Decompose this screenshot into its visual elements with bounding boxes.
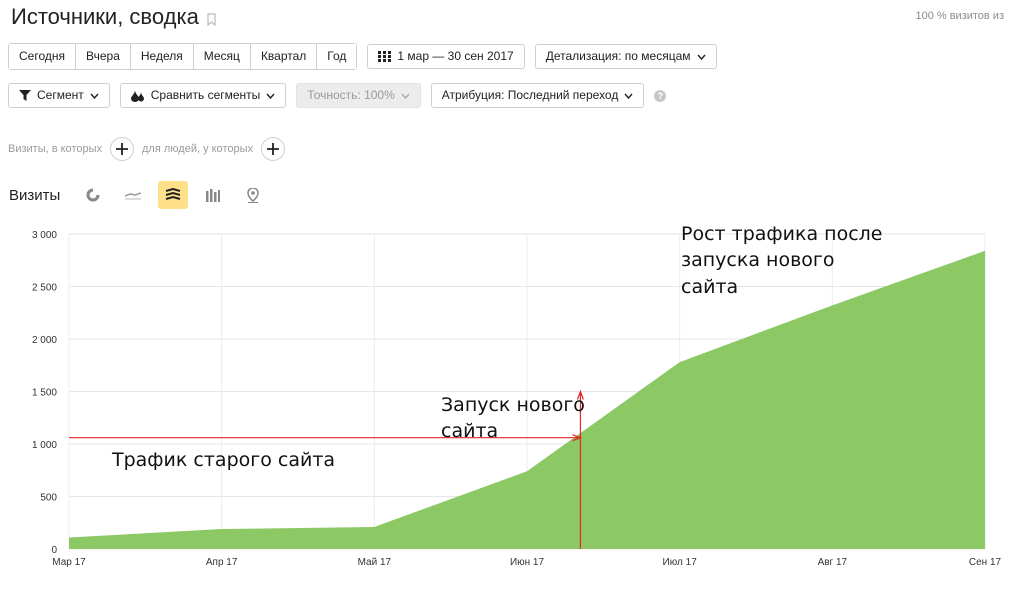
chevron-down-icon [266, 93, 275, 99]
chart-type-line-button[interactable] [118, 181, 148, 209]
chevron-down-icon [624, 93, 633, 99]
chevron-down-icon [401, 93, 410, 99]
attribution-label: Атрибуция: Последний переход [441, 88, 619, 102]
plus-icon [267, 143, 279, 155]
people-filter-label: для людей, у которых [142, 143, 253, 155]
period-year-button[interactable]: Год [317, 44, 357, 69]
segment-filter-row: Визиты, в которых для людей, у которых [8, 137, 285, 161]
visits-area-chart: 0 500 1 000 1 500 2 000 2 500 3 000 Мар 17 Апр … [32, 223, 1002, 568]
launch-annotation-line-2: сайта [441, 420, 498, 442]
x-tick-label: Май 17 [358, 557, 392, 568]
x-tick-label: Сен 17 [969, 557, 1002, 568]
growth-annotation-line-2: запуска нового [681, 249, 835, 271]
period-quarter-button[interactable]: Квартал [250, 44, 318, 69]
x-tick-label: Июл 17 [663, 557, 698, 568]
chart-type-area-button[interactable] [158, 181, 189, 209]
x-tick-label: Июн 17 [510, 557, 545, 568]
x-tick-label: Мар 17 [52, 557, 86, 568]
period-yesterday-button[interactable]: Вчера [76, 44, 131, 69]
period-week-button[interactable]: Неделя [130, 44, 194, 69]
pie-chart-icon [86, 188, 101, 202]
help-icon[interactable]: ? [654, 89, 667, 102]
launch-annotation-line-1: Запуск нового [441, 394, 585, 416]
y-tick-label: 1 000 [32, 440, 57, 451]
period-month-button[interactable]: Месяц [193, 44, 251, 69]
map-pin-icon [247, 187, 260, 203]
y-axis: 0 500 1 000 1 500 2 000 2 500 3 000 [32, 230, 57, 556]
period-today-button[interactable]: Сегодня [9, 44, 76, 69]
visits-filter-label: Визиты, в которых [8, 143, 102, 155]
chevron-down-icon [696, 54, 706, 60]
calendar-icon [378, 51, 392, 62]
segment-label: Сегмент [37, 88, 84, 102]
detail-dropdown[interactable]: Детализация: по месяцам [534, 44, 717, 69]
line-chart-icon [125, 192, 142, 200]
period-toolbar: Сегодня Вчера Неделя Месяц Квартал Год 1… [8, 43, 717, 70]
x-axis: Мар 17 Апр 17 Май 17 Июн 17 Июл 17 Авг 17 Сен … [52, 557, 1001, 568]
page-title: Источники, сводка [11, 4, 216, 30]
accuracy-label: Точность: 100% [307, 88, 395, 102]
compare-drops-icon [130, 89, 144, 102]
visits-percentage: 100 % визитов из [915, 10, 1004, 22]
detail-label: Детализация: по месяцам [545, 49, 691, 63]
y-tick-label: 500 [40, 493, 57, 504]
x-tick-label: Авг 17 [818, 557, 848, 568]
add-people-filter-button[interactable] [261, 137, 285, 161]
chart-type-pie-button[interactable] [78, 181, 108, 209]
compare-label: Сравнить сегменты [150, 88, 261, 102]
segment-dropdown[interactable]: Сегмент [8, 83, 110, 108]
bookmark-icon[interactable] [207, 12, 216, 26]
growth-annotation-line-1: Рост трафика после [681, 223, 883, 245]
attribution-dropdown[interactable]: Атрибуция: Последний переход [430, 83, 645, 108]
y-tick-label: 2 500 [32, 283, 57, 294]
date-range-label: 1 мар — 30 сен 2017 [397, 49, 514, 63]
growth-annotation-line-3: сайта [681, 276, 738, 298]
compare-segments-dropdown[interactable]: Сравнить сегменты [119, 83, 287, 108]
add-visits-filter-button[interactable] [110, 137, 134, 161]
page-title-text: Источники, сводка [11, 4, 199, 29]
plus-icon [116, 143, 128, 155]
date-range-button[interactable]: 1 мар — 30 сен 2017 [367, 44, 525, 69]
old-site-annotation: Трафик старого сайта [111, 449, 335, 471]
chart-header: Визиты [9, 181, 268, 209]
x-tick-label: Апр 17 [206, 557, 238, 568]
stacked-area-icon [166, 188, 181, 200]
chevron-down-icon [90, 93, 99, 99]
y-tick-label: 2 000 [32, 335, 57, 346]
period-button-group: Сегодня Вчера Неделя Месяц Квартал Год [8, 43, 358, 70]
segment-toolbar: Сегмент Сравнить сегменты Точность: 100%… [8, 83, 667, 108]
y-tick-label: 3 000 [32, 230, 57, 241]
bar-chart-icon [206, 188, 221, 202]
chart-title: Визиты [9, 186, 61, 204]
funnel-icon [19, 90, 31, 101]
y-tick-label: 0 [51, 545, 57, 556]
accuracy-dropdown: Точность: 100% [296, 83, 421, 108]
chart-type-bar-button[interactable] [198, 181, 228, 209]
y-tick-label: 1 500 [32, 388, 57, 399]
chart-type-map-button[interactable] [238, 181, 268, 209]
